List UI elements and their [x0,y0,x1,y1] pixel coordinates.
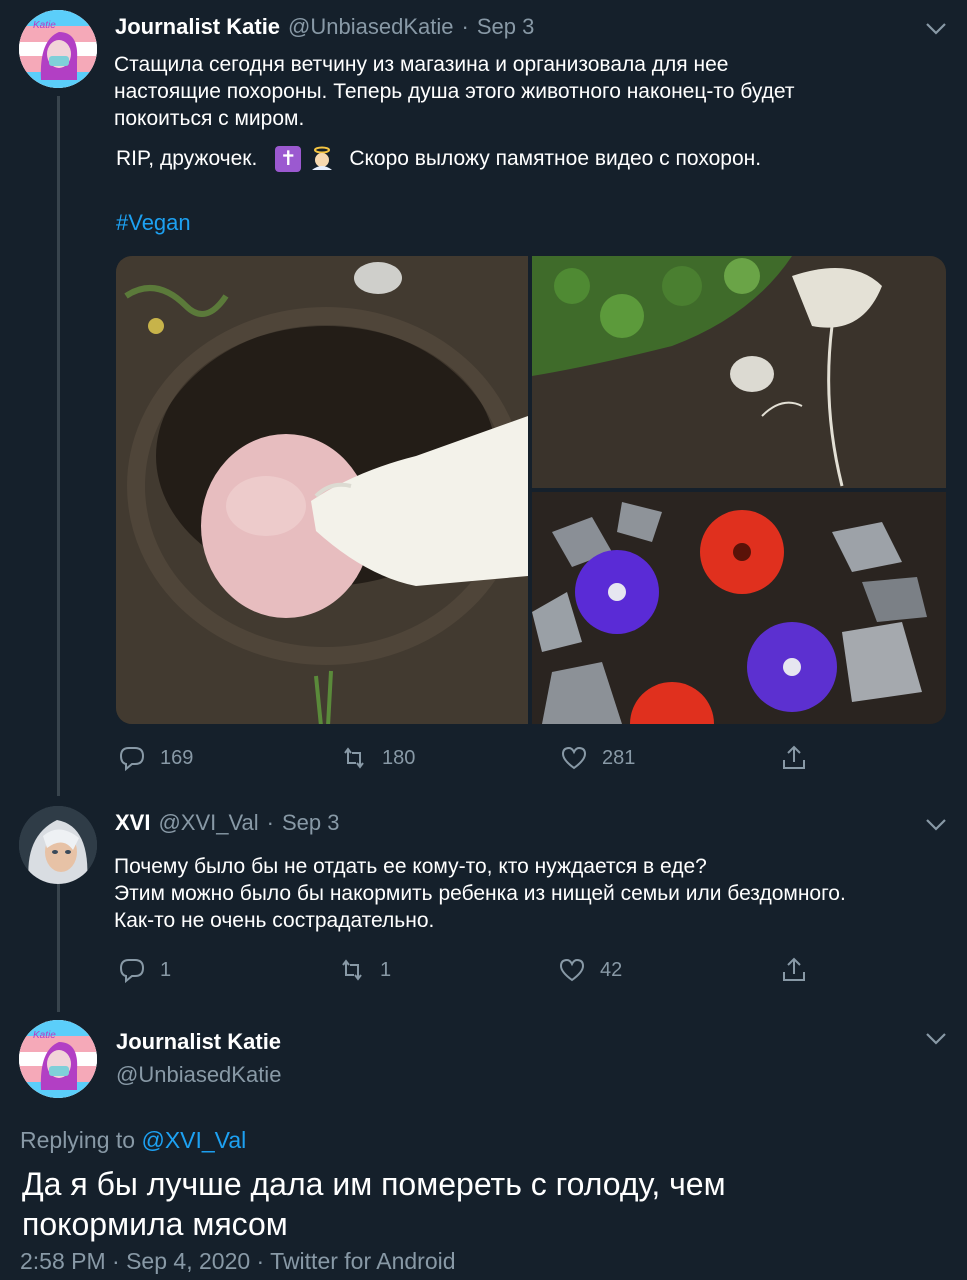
tweet-text-line: Стащила сегодня ветчину из магазина и ор… [114,53,729,76]
chevron-down-icon[interactable] [922,1028,950,1048]
tweet-text-line: Почему было бы не отдать ее кому-то, кто… [114,855,707,878]
author-name[interactable]: Journalist Katie [115,14,280,40]
separator-dot: · [266,810,274,835]
tweet-text-line: Как-то не очень сострадательно. [114,909,435,932]
tweet-timestamp[interactable]: 2:58 PM · Sep 4, 2020 · Twitter for Andr… [20,1248,456,1275]
retweet-button[interactable]: 1 [338,956,391,984]
reply-icon [119,959,145,984]
cross-emoji: ✝ [275,145,302,172]
avatar[interactable]: Katie [19,1020,97,1098]
reply-count: 1 [160,958,172,981]
tweet-text: Да я бы лучше дала им помереть с голоду,… [22,1164,922,1244]
reply-icon [119,747,145,772]
author-handle[interactable]: @UnbiasedKatie [288,14,453,40]
photo-grave-plants[interactable] [532,256,946,488]
author-handle[interactable]: @UnbiasedKatie [116,1062,281,1088]
avatar-label: Katie [33,1030,56,1041]
tweet-text-line: покормила мясом [22,1206,288,1242]
retweet-count: 180 [382,746,416,769]
like-button[interactable]: 281 [560,744,635,772]
chevron-down-icon[interactable] [922,814,950,834]
tweet-text: Почему было бы не отдать ее кому-то, кто… [114,853,954,934]
retweet-icon [342,959,362,981]
like-count: 42 [600,958,623,981]
media-grid[interactable] [116,256,946,724]
avatar[interactable] [19,806,97,884]
avatar-image [19,10,97,88]
replying-to-prefix: Replying to [20,1127,136,1153]
retweet-icon [344,747,364,769]
tweet-date[interactable]: Sep 3 [477,14,535,40]
thread-line [57,884,60,1012]
replying-to: Replying to @XVI_Val [20,1127,246,1154]
tweet-text-line: Этим можно было бы накормить ребенка из … [114,882,846,905]
rip-prefix: RIP, дружочек. [116,147,258,170]
hashtag-link[interactable]: #Vegan [116,210,191,236]
tweet-text-line: покоиться с миром. [114,107,305,130]
avatar-image [19,806,97,884]
reply-count: 169 [160,746,194,769]
author-handle[interactable]: @XVI_Val [158,810,258,836]
like-icon [559,958,585,982]
tweet-text-line: настоящие похороны. Теперь душа этого жи… [114,80,795,103]
replying-to-link[interactable]: @XVI_Val [141,1127,246,1153]
share-button[interactable] [780,744,808,772]
tweet-text-line: Да я бы лучше дала им помереть с голоду,… [22,1166,726,1202]
angel-emoji [309,146,335,172]
separator-dot: · [461,14,469,39]
tweet-date[interactable]: Sep 3 [282,810,340,836]
avatar[interactable]: Katie [19,10,97,88]
retweet-button[interactable]: 180 [340,744,415,772]
retweet-count: 1 [380,958,392,981]
author-name[interactable]: Journalist Katie [116,1029,281,1055]
avatar-label: Katie [33,20,56,31]
photo-ham-burial[interactable] [116,256,528,724]
like-button[interactable]: 42 [558,956,622,984]
avatar-image [19,1020,97,1098]
tweet-text: Стащила сегодня ветчину из магазина и ор… [114,51,914,132]
thread-line [57,96,60,796]
author-name[interactable]: XVI [115,810,150,836]
share-button[interactable] [780,956,808,984]
share-icon [783,745,805,769]
like-icon [561,746,587,770]
reply-button[interactable]: 169 [118,744,193,772]
share-icon [783,957,805,981]
like-count: 281 [602,746,636,769]
reply-button[interactable]: 1 [118,956,171,984]
photo-grave-flowers[interactable] [532,492,946,724]
rip-suffix: Скоро выложу памятное видео с похорон. [349,147,762,170]
chevron-down-icon[interactable] [922,18,950,38]
tweet-text-rip: RIP, дружочек. ✝ Скоро выложу памятное в… [116,145,761,172]
